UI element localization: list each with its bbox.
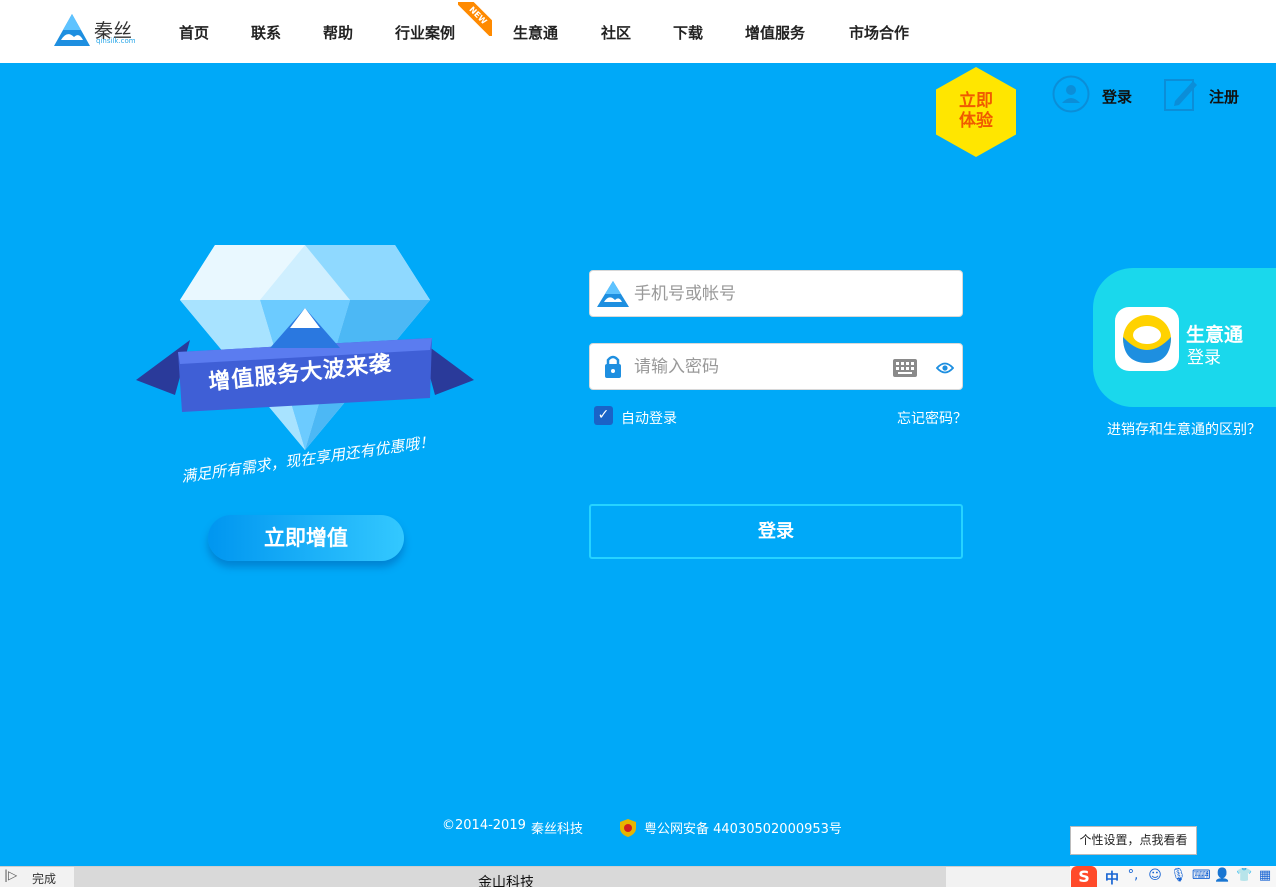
nav-help[interactable]: 帮助 [323, 22, 353, 43]
qinsi-logo-icon [597, 281, 629, 307]
ime-toolbar: S 中 °, ☺ 🎙 ⌨ 👤 👕 ▦ [1070, 866, 1276, 887]
taskbar-window[interactable]: 金山科技 [74, 867, 946, 887]
top-navbar: 秦丝 qinsilk.com 首页 联系 帮助 行业案例 生意通 社区 下载 增… [0, 0, 1276, 63]
shengyitong-app-icon [1115, 307, 1179, 371]
account-field [589, 270, 963, 317]
skin-icon[interactable]: 👕 [1236, 869, 1252, 883]
try-now-line2: 体验 [959, 111, 993, 131]
nav-market-cooperation[interactable]: 市场合作 [849, 22, 909, 43]
auto-login-checkbox[interactable]: ✓ [594, 406, 613, 425]
nav-home[interactable]: 首页 [179, 22, 209, 43]
footer-icp[interactable]: 粤公网安备 44030502000953号 [644, 818, 842, 837]
diamond-illustration [136, 245, 474, 450]
sogou-ime-icon[interactable]: S [1071, 866, 1097, 887]
status-text: 完成 [32, 872, 57, 886]
nav-download[interactable]: 下载 [673, 22, 703, 43]
header-login-button[interactable]: 登录 [1052, 75, 1142, 113]
toolbox-icon[interactable]: ▦ [1258, 869, 1272, 883]
user-icon[interactable]: 👤 [1214, 869, 1230, 883]
shengyitong-logo-icon [1123, 315, 1171, 363]
password-field [589, 343, 963, 390]
microphone-icon[interactable]: 🎙 [1170, 869, 1187, 883]
logo-domain: qinsilk.com [96, 37, 136, 45]
shengyitong-login-card[interactable]: 生意通 登录 [1093, 268, 1276, 407]
promo-panel: 增值服务大波来袭 满足所有需求，现在享用还有优惠哦！ 立即增值 [130, 220, 480, 580]
header-register-button[interactable]: 注册 [1163, 75, 1248, 113]
promo-button[interactable]: 立即增值 [208, 515, 404, 561]
lock-icon [605, 355, 621, 378]
footer-company: 秦丝科技 [531, 822, 584, 837]
nav-cases[interactable]: 行业案例 [395, 22, 455, 43]
new-badge: NEW [458, 2, 492, 36]
new-badge-text: NEW [458, 2, 492, 36]
password-input[interactable] [634, 354, 884, 380]
forgot-password-link[interactable]: 忘记密码？ [897, 408, 967, 428]
auto-login-label: 自动登录 [621, 411, 677, 427]
keyboard-icon[interactable] [892, 358, 918, 378]
login-submit-button[interactable]: 登录 [589, 504, 963, 559]
user-icon [1052, 75, 1090, 113]
account-input[interactable] [634, 281, 884, 307]
keyboard-icon[interactable]: ⌨ [1192, 869, 1211, 883]
qinsi-logo[interactable]: 秦丝 qinsilk.com [52, 12, 142, 48]
header-login-label: 登录 [1102, 88, 1133, 106]
try-now-text: 立即 体验 [936, 91, 1016, 131]
shengyitong-sub: 登录 [1187, 348, 1221, 368]
ime-mode[interactable]: 中 [1105, 868, 1119, 887]
police-badge-icon [620, 819, 636, 837]
try-now-button[interactable]: 立即 体验 [936, 67, 1016, 157]
eye-icon[interactable] [936, 361, 954, 375]
taskbar-window-title: 金山科技 [478, 875, 534, 887]
try-now-line1: 立即 [959, 91, 993, 111]
emoji-icon[interactable]: ☺ [1148, 869, 1162, 883]
nav-value-added[interactable]: 增值服务 [745, 22, 805, 43]
nav-contact[interactable]: 联系 [251, 22, 281, 43]
header-register-label: 注册 [1209, 88, 1240, 106]
difference-link[interactable]: 进销存和生意通的区别？ [1107, 419, 1261, 439]
ime-tooltip: 个性设置，点我看看 [1070, 826, 1197, 855]
nav-shengyitong[interactable]: 生意通 [513, 22, 558, 43]
nav-community[interactable]: 社区 [601, 22, 631, 43]
qinsi-logo-icon [54, 14, 90, 46]
punctuation-icon[interactable]: °, [1126, 869, 1140, 883]
edit-icon [1164, 79, 1197, 111]
play-icon[interactable]: |▷ [4, 868, 17, 882]
footer-copyright: ©2014-2019 [442, 818, 526, 833]
